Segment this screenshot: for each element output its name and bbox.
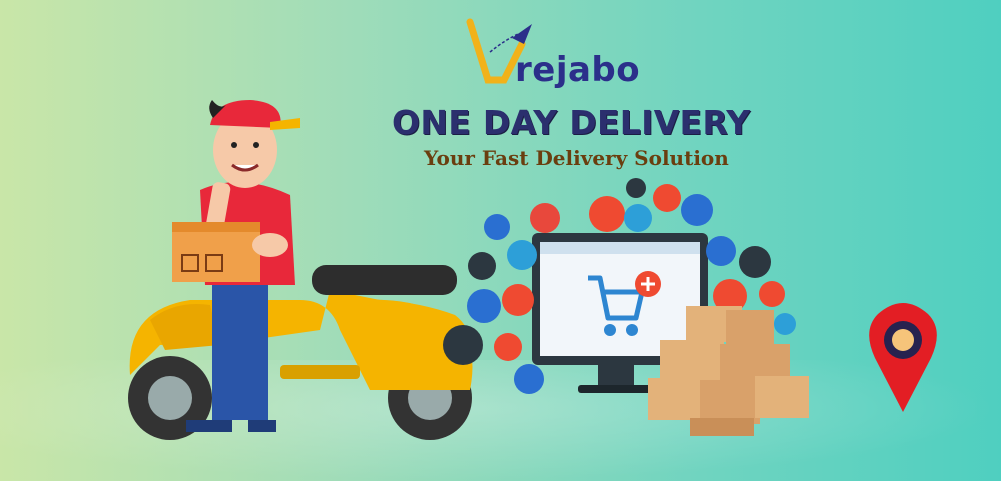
dollar-icon: [514, 364, 544, 394]
chat-icon-2: [626, 178, 646, 198]
euro-icon: [739, 246, 771, 278]
thumbs-up-icon: [468, 252, 496, 280]
tag-icon: [467, 289, 501, 323]
presentation-icon: [443, 325, 483, 365]
card-icon-2: [502, 284, 534, 316]
map-pin: [869, 303, 937, 412]
tagline: Your Fast Delivery Solution: [424, 146, 729, 170]
chat-icon: [484, 214, 510, 240]
brand-name: rejabo: [515, 50, 641, 90]
card-icon: [589, 196, 625, 232]
globe-icon: [653, 184, 681, 212]
thumbs-up-icon-2: [706, 236, 736, 266]
user-icon: [681, 194, 713, 226]
gear-icon: [774, 313, 796, 335]
globe-icon-2: [759, 281, 785, 307]
basket-icon: [507, 240, 537, 270]
mail-icon: [624, 204, 652, 232]
delivery-banner: rejabo ONE DAY DELIVERY Your Fast Delive…: [0, 0, 1001, 481]
search-icon: [530, 203, 560, 233]
scooter: [128, 265, 473, 440]
headline: ONE DAY DELIVERY: [392, 103, 751, 142]
bag-icon: [494, 333, 522, 361]
